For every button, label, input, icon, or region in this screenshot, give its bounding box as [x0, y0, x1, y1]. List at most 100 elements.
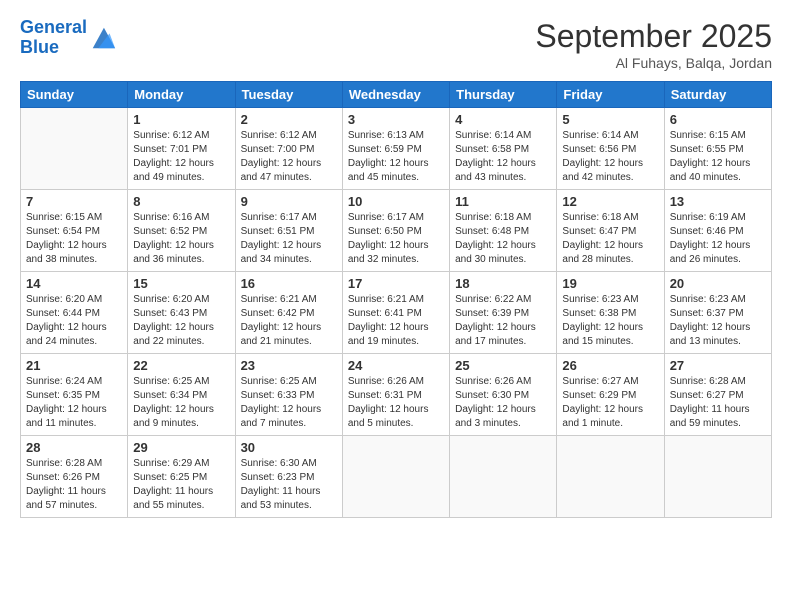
day-number: 3	[348, 112, 444, 127]
day-number: 19	[562, 276, 658, 291]
day-cell: 7 Sunrise: 6:15 AM Sunset: 6:54 PM Daylig…	[21, 190, 128, 272]
day-info: Sunrise: 6:20 AM Sunset: 6:43 PM Dayligh…	[133, 293, 229, 349]
day-cell: 1 Sunrise: 6:12 AM Sunset: 7:01 PM Daylig…	[128, 108, 235, 190]
day-number: 1	[133, 112, 229, 127]
day-number: 27	[670, 358, 766, 373]
day-info: Sunrise: 6:20 AM Sunset: 6:44 PM Dayligh…	[26, 293, 122, 349]
title-block: September 2025 Al Fuhays, Balqa, Jordan	[535, 18, 772, 71]
day-info: Sunrise: 6:15 AM Sunset: 6:54 PM Dayligh…	[26, 211, 122, 267]
day-number: 30	[241, 440, 337, 455]
week-row-3: 14 Sunrise: 6:20 AM Sunset: 6:44 PM Dayli…	[21, 272, 772, 354]
col-header-sunday: Sunday	[21, 82, 128, 108]
day-info: Sunrise: 6:19 AM Sunset: 6:46 PM Dayligh…	[670, 211, 766, 267]
day-cell: 26 Sunrise: 6:27 AM Sunset: 6:29 PM Dayli…	[557, 354, 664, 436]
day-cell: 14 Sunrise: 6:20 AM Sunset: 6:44 PM Dayli…	[21, 272, 128, 354]
col-header-saturday: Saturday	[664, 82, 771, 108]
col-header-monday: Monday	[128, 82, 235, 108]
day-info: Sunrise: 6:17 AM Sunset: 6:50 PM Dayligh…	[348, 211, 444, 267]
day-cell: 5 Sunrise: 6:14 AM Sunset: 6:56 PM Daylig…	[557, 108, 664, 190]
day-number: 29	[133, 440, 229, 455]
day-number: 13	[670, 194, 766, 209]
week-row-2: 7 Sunrise: 6:15 AM Sunset: 6:54 PM Daylig…	[21, 190, 772, 272]
day-number: 28	[26, 440, 122, 455]
day-info: Sunrise: 6:23 AM Sunset: 6:38 PM Dayligh…	[562, 293, 658, 349]
day-info: Sunrise: 6:21 AM Sunset: 6:42 PM Dayligh…	[241, 293, 337, 349]
day-number: 14	[26, 276, 122, 291]
day-number: 6	[670, 112, 766, 127]
day-number: 18	[455, 276, 551, 291]
location: Al Fuhays, Balqa, Jordan	[535, 55, 772, 71]
day-info: Sunrise: 6:21 AM Sunset: 6:41 PM Dayligh…	[348, 293, 444, 349]
day-cell: 3 Sunrise: 6:13 AM Sunset: 6:59 PM Daylig…	[342, 108, 449, 190]
day-number: 20	[670, 276, 766, 291]
day-cell: 10 Sunrise: 6:17 AM Sunset: 6:50 PM Dayli…	[342, 190, 449, 272]
day-info: Sunrise: 6:12 AM Sunset: 7:01 PM Dayligh…	[133, 129, 229, 185]
day-info: Sunrise: 6:30 AM Sunset: 6:23 PM Dayligh…	[241, 457, 337, 513]
day-info: Sunrise: 6:18 AM Sunset: 6:48 PM Dayligh…	[455, 211, 551, 267]
day-number: 12	[562, 194, 658, 209]
day-number: 11	[455, 194, 551, 209]
day-cell: 13 Sunrise: 6:19 AM Sunset: 6:46 PM Dayli…	[664, 190, 771, 272]
day-cell: 29Sunrise: 6:29 AM Sunset: 6:25 PM Dayli…	[128, 436, 235, 518]
day-info: Sunrise: 6:22 AM Sunset: 6:39 PM Dayligh…	[455, 293, 551, 349]
month-title: September 2025	[535, 18, 772, 55]
day-cell	[21, 108, 128, 190]
week-row-1: 1 Sunrise: 6:12 AM Sunset: 7:01 PM Daylig…	[21, 108, 772, 190]
day-info: Sunrise: 6:27 AM Sunset: 6:29 PM Dayligh…	[562, 375, 658, 431]
calendar-table: SundayMondayTuesdayWednesdayThursdayFrid…	[20, 81, 772, 518]
day-cell: 9Sunrise: 6:17 AM Sunset: 6:51 PM Daylig…	[235, 190, 342, 272]
day-cell: 24Sunrise: 6:26 AM Sunset: 6:31 PM Dayli…	[342, 354, 449, 436]
day-info: Sunrise: 6:23 AM Sunset: 6:37 PM Dayligh…	[670, 293, 766, 349]
day-number: 5	[562, 112, 658, 127]
day-cell: 6 Sunrise: 6:15 AM Sunset: 6:55 PM Daylig…	[664, 108, 771, 190]
logo: General Blue	[20, 18, 117, 58]
day-info: Sunrise: 6:12 AM Sunset: 7:00 PM Dayligh…	[241, 129, 337, 185]
day-info: Sunrise: 6:14 AM Sunset: 6:58 PM Dayligh…	[455, 129, 551, 185]
day-info: Sunrise: 6:26 AM Sunset: 6:30 PM Dayligh…	[455, 375, 551, 431]
logo-text: General Blue	[20, 18, 87, 58]
logo-line1: General	[20, 17, 87, 37]
day-number: 26	[562, 358, 658, 373]
day-info: Sunrise: 6:13 AM Sunset: 6:59 PM Dayligh…	[348, 129, 444, 185]
day-cell: 15 Sunrise: 6:20 AM Sunset: 6:43 PM Dayli…	[128, 272, 235, 354]
day-number: 2	[241, 112, 337, 127]
day-number: 8	[133, 194, 229, 209]
day-cell	[342, 436, 449, 518]
day-cell: 12 Sunrise: 6:18 AM Sunset: 6:47 PM Dayli…	[557, 190, 664, 272]
col-header-tuesday: Tuesday	[235, 82, 342, 108]
day-info: Sunrise: 6:15 AM Sunset: 6:55 PM Dayligh…	[670, 129, 766, 185]
page: General Blue September 2025 Al Fuhays, B…	[0, 0, 792, 612]
day-cell: 28 Sunrise: 6:28 AM Sunset: 6:26 PM Dayli…	[21, 436, 128, 518]
logo-icon	[89, 24, 117, 52]
day-cell: 22Sunrise: 6:25 AM Sunset: 6:34 PM Dayli…	[128, 354, 235, 436]
col-header-wednesday: Wednesday	[342, 82, 449, 108]
day-cell: 4 Sunrise: 6:14 AM Sunset: 6:58 PM Daylig…	[450, 108, 557, 190]
day-info: Sunrise: 6:14 AM Sunset: 6:56 PM Dayligh…	[562, 129, 658, 185]
header-row: SundayMondayTuesdayWednesdayThursdayFrid…	[21, 82, 772, 108]
day-cell: 20 Sunrise: 6:23 AM Sunset: 6:37 PM Dayli…	[664, 272, 771, 354]
day-info: Sunrise: 6:25 AM Sunset: 6:33 PM Dayligh…	[241, 375, 337, 431]
day-number: 16	[241, 276, 337, 291]
day-cell: 2 Sunrise: 6:12 AM Sunset: 7:00 PM Daylig…	[235, 108, 342, 190]
day-info: Sunrise: 6:24 AM Sunset: 6:35 PM Dayligh…	[26, 375, 122, 431]
day-info: Sunrise: 6:18 AM Sunset: 6:47 PM Dayligh…	[562, 211, 658, 267]
col-header-thursday: Thursday	[450, 82, 557, 108]
day-number: 17	[348, 276, 444, 291]
day-cell: 18 Sunrise: 6:22 AM Sunset: 6:39 PM Dayli…	[450, 272, 557, 354]
day-cell: 19 Sunrise: 6:23 AM Sunset: 6:38 PM Dayli…	[557, 272, 664, 354]
day-info: Sunrise: 6:28 AM Sunset: 6:27 PM Dayligh…	[670, 375, 766, 431]
day-number: 4	[455, 112, 551, 127]
day-cell: 17 Sunrise: 6:21 AM Sunset: 6:41 PM Dayli…	[342, 272, 449, 354]
day-number: 24	[348, 358, 444, 373]
day-cell: 30 Sunrise: 6:30 AM Sunset: 6:23 PM Dayli…	[235, 436, 342, 518]
day-cell: 21Sunrise: 6:24 AM Sunset: 6:35 PM Dayli…	[21, 354, 128, 436]
day-number: 23	[241, 358, 337, 373]
day-number: 25	[455, 358, 551, 373]
day-number: 9	[241, 194, 337, 209]
day-number: 10	[348, 194, 444, 209]
day-cell: 11 Sunrise: 6:18 AM Sunset: 6:48 PM Dayli…	[450, 190, 557, 272]
day-number: 15	[133, 276, 229, 291]
day-number: 7	[26, 194, 122, 209]
day-info: Sunrise: 6:28 AM Sunset: 6:26 PM Dayligh…	[26, 457, 122, 513]
day-cell: 27 Sunrise: 6:28 AM Sunset: 6:27 PM Dayli…	[664, 354, 771, 436]
